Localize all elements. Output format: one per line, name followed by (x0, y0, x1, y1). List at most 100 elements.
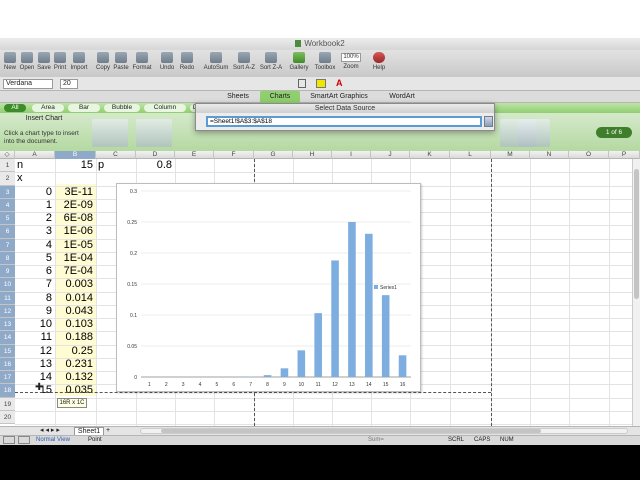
zoom-control[interactable]: 100% Zoom (340, 50, 362, 77)
row-header-18[interactable]: 18 (0, 384, 15, 398)
cell-a12[interactable]: 9 (17, 305, 52, 318)
chart-category-column[interactable]: Column (144, 104, 186, 112)
chart-category-bubble[interactable]: Bubble (104, 104, 140, 112)
column-header-n[interactable]: N (530, 151, 569, 159)
row-header-1[interactable]: 1 (0, 159, 15, 173)
scroll-thumb[interactable] (161, 429, 541, 433)
select-all-corner[interactable]: ◇ (0, 151, 15, 159)
new-button[interactable]: New (2, 50, 18, 77)
row-header-15[interactable]: 15 (0, 344, 15, 358)
autosum-button[interactable]: AutoSum (202, 50, 230, 77)
column-header-m[interactable]: M (491, 151, 530, 159)
column-header-g[interactable]: G (254, 151, 293, 159)
cell-b15[interactable]: 0.25 (57, 345, 93, 358)
tab-sheets[interactable]: Sheets (222, 91, 254, 103)
gallery-button[interactable]: Gallery (288, 50, 310, 77)
chart-thumbnail[interactable] (92, 119, 128, 147)
chart-thumbnail[interactable] (518, 119, 550, 147)
tab-smartart[interactable]: SmartArt Graphics (306, 91, 372, 103)
row-header-13[interactable]: 13 (0, 318, 15, 332)
row-header-19[interactable]: 19 (0, 397, 15, 411)
format-button[interactable]: Format (130, 50, 154, 77)
cell-b12[interactable]: 0.043 (57, 305, 93, 318)
column-header-c[interactable]: C (96, 151, 136, 159)
cell-b7[interactable]: 1E-05 (57, 239, 93, 252)
cell-a15[interactable]: 12 (17, 345, 52, 358)
font-size-field[interactable]: 20 (60, 79, 78, 89)
column-header-p[interactable]: P (609, 151, 640, 159)
cell-b8[interactable]: 1E-04 (57, 252, 93, 265)
cell-b1[interactable]: 15 (57, 159, 93, 172)
row-header-6[interactable]: 6 (0, 225, 15, 239)
sheet-nav-arrows[interactable]: ◂ ◂ ▸ ▸ (40, 427, 60, 435)
column-header-d[interactable]: D (136, 151, 175, 159)
row-header-7[interactable]: 7 (0, 238, 15, 252)
open-button[interactable]: Open (18, 50, 36, 77)
cell-b9[interactable]: 7E-04 (57, 265, 93, 278)
redo-button[interactable]: Redo (178, 50, 196, 77)
gallery-page-nav[interactable]: 1 of 6 (596, 127, 632, 138)
collapse-dialog-button[interactable] (484, 116, 493, 127)
row-header-5[interactable]: 5 (0, 212, 15, 226)
embedded-chart[interactable]: 0 0.05 0.1 0.15 0.2 0.25 0.3 1 2 3 4 5 6 7 8 9 10 11 12 13 1… (116, 183, 421, 392)
cell-a6[interactable]: 3 (17, 225, 52, 238)
cell-b17[interactable]: 0.132 (57, 371, 93, 384)
tab-wordart[interactable]: WordArt (384, 91, 420, 103)
column-header-a[interactable]: A (15, 151, 55, 159)
font-name-field[interactable]: Verdana (3, 79, 53, 89)
import-button[interactable]: Import (68, 50, 90, 77)
chart-category-area[interactable]: Area (32, 104, 64, 112)
column-header-f[interactable]: F (214, 151, 254, 159)
cell-b18[interactable]: 0.035 (57, 384, 93, 397)
cell-b10[interactable]: 0.003 (57, 278, 93, 291)
cell-a3[interactable]: 0 (17, 186, 52, 199)
cell-b13[interactable]: 0.103 (57, 318, 93, 331)
cell-a1[interactable]: n (17, 159, 52, 172)
column-header-h[interactable]: H (293, 151, 332, 159)
zoom-field[interactable]: 100% (341, 53, 361, 62)
normal-view-icon[interactable] (3, 436, 15, 444)
row-header-11[interactable]: 11 (0, 291, 15, 305)
chart-category-bar[interactable]: Bar (68, 104, 100, 112)
add-sheet-button[interactable]: + (106, 427, 110, 435)
cell-c1[interactable]: p (98, 159, 133, 172)
cell-b6[interactable]: 1E-06 (57, 225, 93, 238)
column-header-b[interactable]: B (55, 151, 96, 159)
cell-a9[interactable]: 6 (17, 265, 52, 278)
row-header-2[interactable]: 2 (0, 172, 15, 186)
row-header-16[interactable]: 16 (0, 357, 15, 371)
font-color-icon[interactable]: A (336, 78, 343, 88)
chart-category-all[interactable]: All (4, 104, 26, 112)
chart-thumbnail[interactable] (136, 119, 172, 147)
row-header-14[interactable]: 14 (0, 331, 15, 345)
cell-b4[interactable]: 2E-09 (57, 199, 93, 212)
cell-b3[interactable]: 3E-11 (57, 186, 93, 199)
undo-button[interactable]: Undo (158, 50, 176, 77)
column-header-j[interactable]: J (371, 151, 410, 159)
page-layout-icon[interactable] (18, 436, 30, 444)
cell-d1[interactable]: 0.8 (138, 159, 172, 172)
column-header-o[interactable]: O (569, 151, 609, 159)
row-header-4[interactable]: 4 (0, 198, 15, 212)
help-button[interactable]: Help (370, 50, 388, 77)
cell-a4[interactable]: 1 (17, 199, 52, 212)
save-button[interactable]: Save (36, 50, 52, 77)
horizontal-scrollbar[interactable] (140, 428, 628, 434)
cell-a14[interactable]: 11 (17, 331, 52, 344)
tab-charts[interactable]: Charts (260, 91, 300, 103)
sort-az-button[interactable]: Sort A-Z (231, 50, 257, 77)
cell-b16[interactable]: 0.231 (57, 358, 93, 371)
row-header-12[interactable]: 12 (0, 304, 15, 318)
column-header-i[interactable]: I (332, 151, 371, 159)
cell-b14[interactable]: 0.188 (57, 331, 93, 344)
row-header-3[interactable]: 3 (0, 185, 15, 199)
cell-a5[interactable]: 2 (17, 212, 52, 225)
row-header-10[interactable]: 10 (0, 278, 15, 292)
data-range-input[interactable]: =Sheet1!$A$3:$A$18 (206, 116, 482, 127)
column-header-k[interactable]: K (410, 151, 450, 159)
toolbox-button[interactable]: Toolbox (312, 50, 338, 77)
row-header-9[interactable]: 9 (0, 265, 15, 279)
cell-b11[interactable]: 0.014 (57, 292, 93, 305)
scroll-thumb[interactable] (634, 169, 639, 299)
row-header-8[interactable]: 8 (0, 251, 15, 265)
